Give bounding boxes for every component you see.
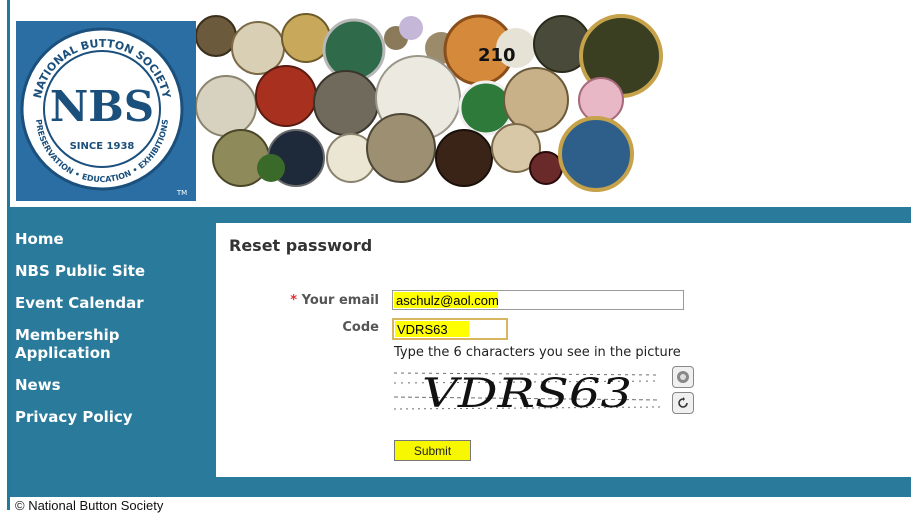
submit-button[interactable]: Submit: [394, 440, 471, 461]
speaker-icon: [677, 371, 689, 383]
nbs-logo: NATIONAL BUTTON SOCIETY PRESERVATION • E…: [16, 21, 196, 201]
footer-band: [10, 477, 911, 497]
captcha-image: VDRS63: [394, 365, 660, 415]
refresh-icon: [678, 397, 688, 408]
email-field[interactable]: [392, 290, 684, 310]
sidebar-item-event-calendar[interactable]: Event Calendar: [15, 294, 205, 312]
sidebar-item-privacy-policy[interactable]: Privacy Policy: [15, 408, 205, 426]
sidebar-item-home[interactable]: Home: [15, 230, 205, 248]
logo-since: SINCE 1938: [70, 141, 135, 152]
captcha-refresh-button[interactable]: [672, 392, 694, 414]
captcha-hint: Type the 6 characters you see in the pic…: [394, 345, 681, 360]
reset-password-panel: Reset password * Your email Code Type th…: [216, 223, 911, 477]
button-collage-image: [196, 13, 663, 192]
site-header: NATIONAL BUTTON SOCIETY PRESERVATION • E…: [10, 0, 911, 207]
sidebar-item-news[interactable]: News: [15, 376, 205, 394]
code-field[interactable]: [392, 318, 508, 340]
email-label-row: * Your email: [249, 293, 379, 308]
sidebar-item-nbs-public-site[interactable]: NBS Public Site: [15, 262, 205, 280]
footer-copyright: © National Button Society: [15, 498, 164, 513]
sidebar-item-membership-application[interactable]: Membership Application: [15, 326, 125, 362]
logo-tm: TM: [176, 189, 187, 197]
logo-initials: NBS: [50, 82, 154, 131]
sidebar-nav: Home NBS Public Site Event Calendar Memb…: [15, 230, 205, 440]
visit-counter: 210: [478, 45, 516, 66]
page-title: Reset password: [229, 236, 373, 255]
email-label: Your email: [301, 293, 379, 308]
required-marker: *: [290, 293, 298, 308]
code-label: Code: [342, 320, 379, 335]
captcha-text: VDRS63: [422, 371, 632, 415]
captcha-audio-button[interactable]: [672, 366, 694, 388]
